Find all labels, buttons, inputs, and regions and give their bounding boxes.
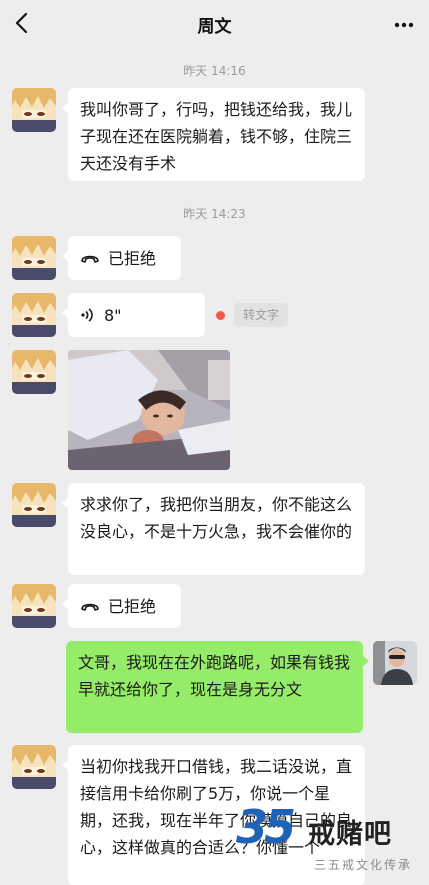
unread-dot (216, 311, 225, 320)
phone-declined-icon (81, 255, 99, 263)
navigation-bar: 周文 (0, 0, 429, 50)
avatar-image (12, 745, 56, 789)
contact-avatar[interactable] (12, 584, 56, 628)
contact-avatar[interactable] (12, 483, 56, 527)
chat-title: 周文 (197, 17, 232, 37)
photo-message[interactable] (68, 350, 230, 470)
voice-message-bubble[interactable]: 8" (62, 293, 205, 337)
contact-avatar[interactable] (12, 236, 56, 280)
watermark-number: 35 (236, 800, 296, 854)
call-declined-bubble[interactable]: 已拒绝 (62, 584, 181, 628)
watermark-subtitle: 三五戒文化传承 (314, 858, 413, 872)
hospital-photo (68, 350, 230, 470)
contact-avatar[interactable] (12, 350, 56, 394)
more-icon[interactable] (393, 14, 415, 36)
voice-icon (81, 308, 93, 322)
timestamp: 昨天 14:23 (183, 207, 246, 221)
my-avatar[interactable] (373, 641, 417, 685)
watermark: 35 戒赌吧 三五戒文化传承 (236, 800, 429, 877)
voice-duration: 8" (104, 305, 122, 325)
avatar-image (12, 483, 56, 527)
message-bubble[interactable]: 求求你了，我把你当朋友，你不能这么没良心，不是十万火急，我不会催你的 (62, 483, 365, 575)
transcribe-button[interactable]: 转文字 (234, 303, 289, 327)
avatar-image (12, 293, 56, 337)
avatar-image (12, 236, 56, 280)
watermark-brand: 戒赌吧 (308, 819, 392, 850)
my-message-bubble[interactable]: 文哥，我现在在外跑路呢，如果有钱我早就还给你了，现在是身无分文 (66, 641, 369, 733)
contact-avatar[interactable] (12, 293, 56, 337)
avatar-image (12, 584, 56, 628)
avatar-image (373, 641, 417, 685)
avatar-image (12, 88, 56, 132)
call-declined-bubble[interactable]: 已拒绝 (62, 236, 181, 280)
contact-avatar[interactable] (12, 88, 56, 132)
message-bubble[interactable]: 我叫你哥了，行吗，把钱还给我，我儿子现在还在医院躺着，钱不够，住院三天还没有手术 (62, 88, 365, 181)
contact-avatar[interactable] (12, 745, 56, 789)
call-status-label: 已拒绝 (108, 248, 157, 268)
phone-declined-icon (81, 603, 99, 611)
timestamp: 昨天 14:16 (183, 64, 246, 78)
call-status-label: 已拒绝 (108, 596, 157, 616)
avatar-image (12, 350, 56, 394)
